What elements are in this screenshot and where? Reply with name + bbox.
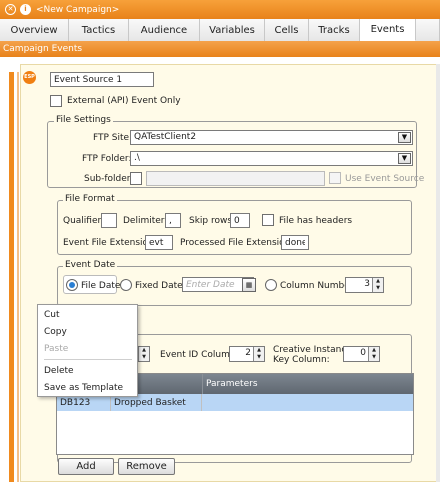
ftp-folder-value: .\ xyxy=(134,153,140,163)
menu-separator xyxy=(44,359,132,360)
tab-audience[interactable]: Audience xyxy=(129,19,200,41)
spin-arrows-icon[interactable]: ▲ ▼ xyxy=(138,347,149,361)
file-settings-legend: File Settings xyxy=(54,115,113,125)
creative-key-column-value: 0 xyxy=(360,348,366,358)
skip-rows-input[interactable] xyxy=(230,213,250,228)
remove-button[interactable]: Remove xyxy=(118,458,175,475)
skip-rows-label: Skip rows: xyxy=(189,216,236,226)
use-event-source-label: Use Event Source xyxy=(345,174,425,184)
info-icon[interactable]: i xyxy=(20,4,31,15)
spin-arrows-icon[interactable]: ▲ ▼ xyxy=(372,278,383,292)
processed-extension-label: Processed File Extension: xyxy=(180,238,294,248)
external-event-checkbox[interactable] xyxy=(50,95,62,107)
column-number-value: 3 xyxy=(364,279,370,289)
creative-instance-label: Creative Instance Key Column: xyxy=(273,345,352,365)
subfolder-label: Sub-folder: xyxy=(84,174,134,184)
event-id-column-label: Event ID Column: xyxy=(160,350,239,360)
accent-bar-inner xyxy=(17,72,19,482)
close-icon[interactable]: ✕ xyxy=(5,4,16,15)
menu-item-copy[interactable]: Copy xyxy=(38,324,137,339)
event-source-name-input[interactable] xyxy=(50,72,154,87)
fixed-date-radio[interactable] xyxy=(120,279,132,291)
processed-extension-input[interactable] xyxy=(281,235,309,250)
tab-tracks[interactable]: Tracks xyxy=(309,19,360,41)
menu-item-save-as-template[interactable]: Save as Template xyxy=(38,380,137,395)
spin-arrows-icon[interactable]: ▲ ▼ xyxy=(368,347,379,361)
subfolder-checkbox[interactable] xyxy=(130,172,142,185)
file-date-radio[interactable] xyxy=(66,279,78,291)
chevron-down-icon[interactable]: ▼ xyxy=(398,153,411,164)
ftp-site-value: QATestClient2 xyxy=(134,132,197,142)
delimiter-input[interactable] xyxy=(165,213,181,228)
event-id-column-stepper[interactable]: 2 ▲ ▼ xyxy=(229,346,265,362)
file-date-label: File Date xyxy=(81,281,121,291)
calendar-icon[interactable]: ▦ xyxy=(242,278,256,292)
qualifier-input[interactable] xyxy=(101,213,117,228)
window-title: <New Campaign> xyxy=(36,4,120,15)
delimiter-label: Delimiter: xyxy=(123,216,168,226)
title-bar: ✕ i <New Campaign> xyxy=(0,0,440,19)
accent-bar xyxy=(9,72,14,482)
event-id-column-value: 2 xyxy=(245,348,251,358)
external-event-label: External (API) Event Only xyxy=(67,96,181,106)
tab-variables[interactable]: Variables xyxy=(200,19,265,41)
scrollbar[interactable] xyxy=(436,64,440,482)
event-date-legend: Event Date xyxy=(63,260,118,270)
column-number-stepper[interactable]: 3 ▲ ▼ xyxy=(345,277,384,293)
ftp-site-label: FTP Site: xyxy=(93,133,133,143)
spin-arrows-icon[interactable]: ▲ ▼ xyxy=(253,347,264,361)
creative-label-line1: Creative Instance xyxy=(273,345,352,355)
use-event-source-checkbox[interactable] xyxy=(329,172,341,184)
event-file-extension-label: Event File Extension: xyxy=(63,238,157,248)
row-parameters xyxy=(202,394,413,411)
file-has-headers-checkbox[interactable] xyxy=(262,214,274,226)
add-button[interactable]: Add xyxy=(58,458,114,475)
event-source-icon: ESP xyxy=(23,71,36,84)
menu-item-paste: Paste xyxy=(44,343,69,354)
menu-item-cut[interactable]: Cut xyxy=(38,307,137,322)
chevron-down-icon[interactable]: ▼ xyxy=(398,132,411,143)
column-number-radio[interactable] xyxy=(265,279,277,291)
context-menu: Cut Copy Paste Delete Save as Template xyxy=(37,304,138,397)
section-header: Campaign Events xyxy=(0,41,440,57)
tab-cells[interactable]: Cells xyxy=(265,19,309,41)
ftp-folder-label: FTP Folder: xyxy=(82,154,132,164)
creative-label-line2: Key Column: xyxy=(273,355,330,365)
file-format-legend: File Format xyxy=(63,194,117,204)
tab-tactics[interactable]: Tactics xyxy=(69,19,129,41)
column-header-parameters[interactable]: Parameters xyxy=(203,374,413,394)
tab-events[interactable]: Events xyxy=(360,19,416,41)
creative-key-column-stepper[interactable]: 0 ▲ ▼ xyxy=(343,346,380,362)
file-has-headers-label: File has headers xyxy=(279,216,353,226)
tab-overview[interactable]: Overview xyxy=(0,19,69,41)
tab-bar: Overview Tactics Audience Variables Cell… xyxy=(0,19,440,41)
subfolder-input[interactable] xyxy=(146,171,325,186)
ftp-folder-select[interactable]: .\ ▼ xyxy=(130,151,413,166)
qualifier-label: Qualifier: xyxy=(63,216,105,226)
event-file-extension-input[interactable] xyxy=(145,235,173,250)
tab-overflow xyxy=(416,19,440,41)
menu-item-delete[interactable]: Delete xyxy=(38,363,137,378)
fixed-date-label: Fixed Date: xyxy=(135,281,186,291)
ftp-site-select[interactable]: QATestClient2 ▼ xyxy=(130,130,413,145)
